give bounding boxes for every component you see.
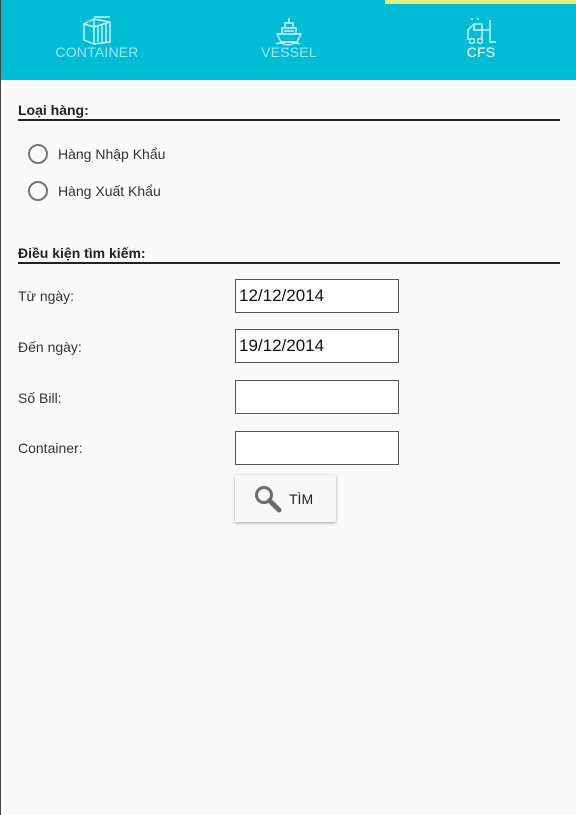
tab-cfs[interactable]: CFS <box>385 0 576 80</box>
bill-number-input[interactable] <box>235 380 399 414</box>
forklift-icon <box>467 18 496 45</box>
tab-vessel-label: VESSEL <box>261 44 317 60</box>
active-tab-indicator <box>385 0 576 4</box>
search-button[interactable]: TÌM <box>235 475 336 522</box>
search-button-label: TÌM <box>289 490 314 507</box>
top-tab-bar: CONTAINER VESSEL CFS <box>1 0 576 80</box>
from-date-label: Từ ngày: <box>18 288 75 304</box>
radio-export-circle[interactable] <box>28 181 48 201</box>
container-icon <box>83 16 111 45</box>
container-label: Container: <box>18 440 83 456</box>
vessel-icon <box>275 18 302 46</box>
bill-number-label: Số Bill: <box>18 390 62 406</box>
search-conditions-title: Điều kiện tìm kiếm: <box>18 245 560 264</box>
search-icon <box>255 485 282 512</box>
radio-import[interactable]: Hàng Nhập Khẩu <box>28 144 165 164</box>
tab-container[interactable]: CONTAINER <box>1 0 193 80</box>
tab-vessel[interactable]: VESSEL <box>193 0 385 80</box>
cargo-type-title: Loại hàng: <box>18 102 560 121</box>
to-date-label: Đến ngày: <box>18 339 82 355</box>
radio-import-label: Hàng Nhập Khẩu <box>58 146 166 162</box>
radio-export-label: Hàng Xuất Khẩu <box>58 183 161 199</box>
to-date-input[interactable] <box>235 329 399 363</box>
tab-cfs-label: CFS <box>466 44 496 60</box>
tab-container-label: CONTAINER <box>55 44 139 60</box>
container-input[interactable] <box>235 431 399 465</box>
from-date-input[interactable] <box>235 279 399 313</box>
radio-import-circle[interactable] <box>28 144 48 164</box>
radio-export[interactable]: Hàng Xuất Khẩu <box>28 181 161 201</box>
